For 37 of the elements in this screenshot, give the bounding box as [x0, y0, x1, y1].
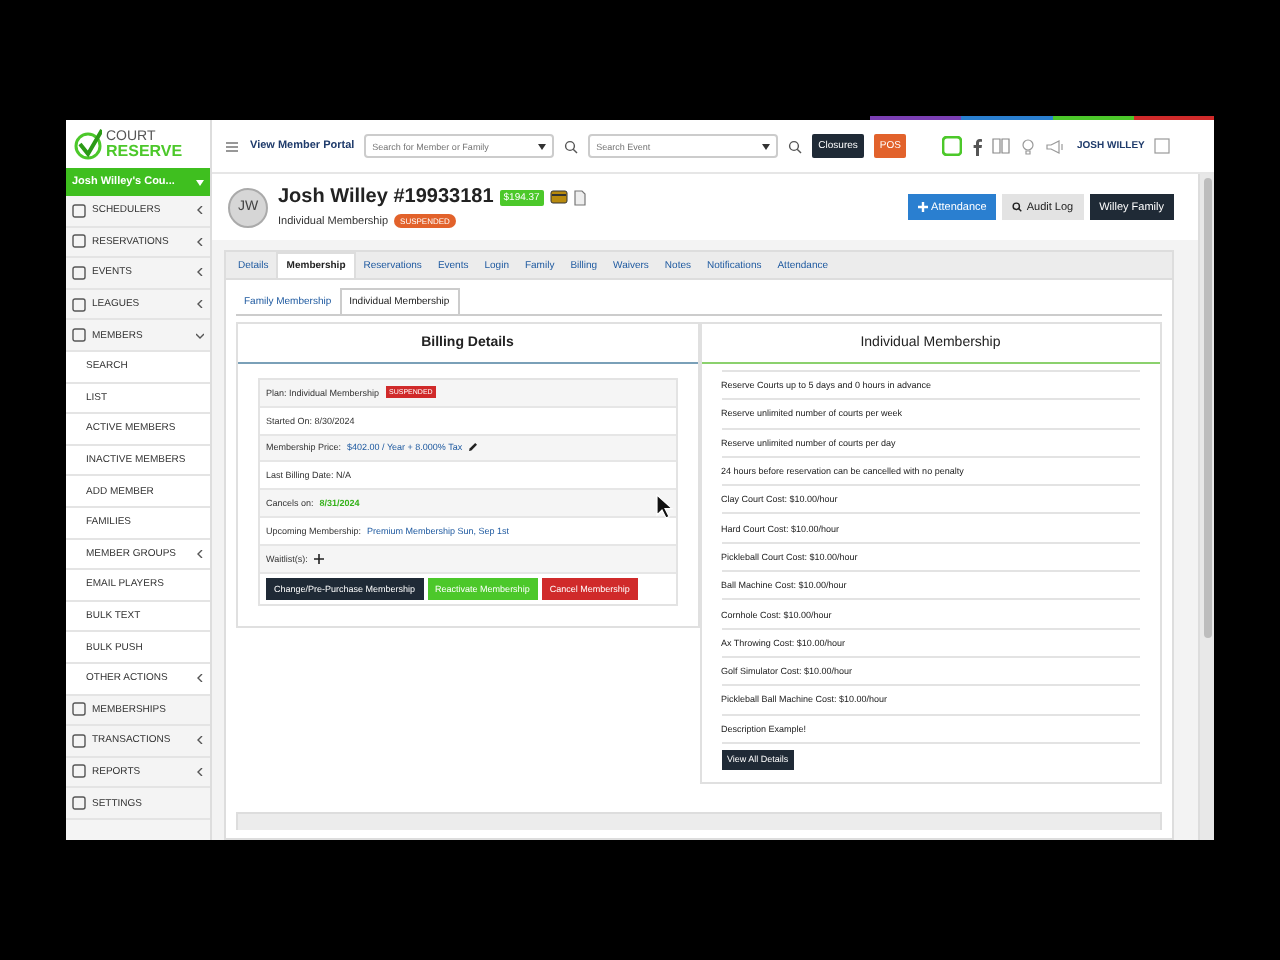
menu-item-icon — [72, 733, 86, 748]
search-icon — [1012, 202, 1023, 212]
dropdown-caret-icon[interactable] — [538, 143, 547, 149]
facebook-icon[interactable] — [972, 137, 983, 155]
card-icon[interactable] — [549, 190, 568, 204]
chevron-icon — [196, 300, 204, 309]
member-name: Josh Willey #19933181 — [278, 186, 494, 208]
search-icon[interactable] — [564, 139, 579, 153]
menu-item-icon — [72, 234, 86, 249]
chevron-icon — [196, 549, 204, 558]
menu-item-icon — [72, 796, 86, 811]
menu-item-icon — [72, 328, 86, 343]
menu-item-icon — [72, 297, 86, 312]
chevron-icon — [196, 331, 204, 340]
menu-icon[interactable] — [224, 141, 240, 151]
chevron-icon — [196, 206, 204, 215]
menu-item-icon — [72, 702, 86, 717]
menu-item-icon — [72, 764, 86, 779]
document-icon[interactable] — [573, 189, 586, 205]
book-icon[interactable] — [992, 138, 1011, 154]
chevron-icon — [196, 767, 204, 776]
search-icon[interactable] — [788, 139, 803, 153]
chevron-icon — [196, 674, 204, 683]
chevron-icon — [196, 237, 204, 246]
scrollbar-thumb[interactable] — [1203, 178, 1211, 638]
dropdown-caret-icon[interactable] — [762, 143, 771, 149]
menu-item-icon — [72, 203, 86, 218]
chevron-icon — [196, 268, 204, 277]
lightbulb-icon[interactable] — [1020, 137, 1037, 155]
chevron-icon — [196, 736, 204, 745]
plus-icon — [917, 202, 928, 212]
plus-icon[interactable] — [313, 553, 324, 564]
megaphone-icon[interactable] — [1046, 139, 1067, 153]
menu-item-icon — [72, 265, 86, 280]
logo-text: RESERVE — [106, 143, 183, 159]
pencil-icon[interactable] — [468, 442, 479, 453]
checkmark-logo-icon — [74, 128, 102, 160]
